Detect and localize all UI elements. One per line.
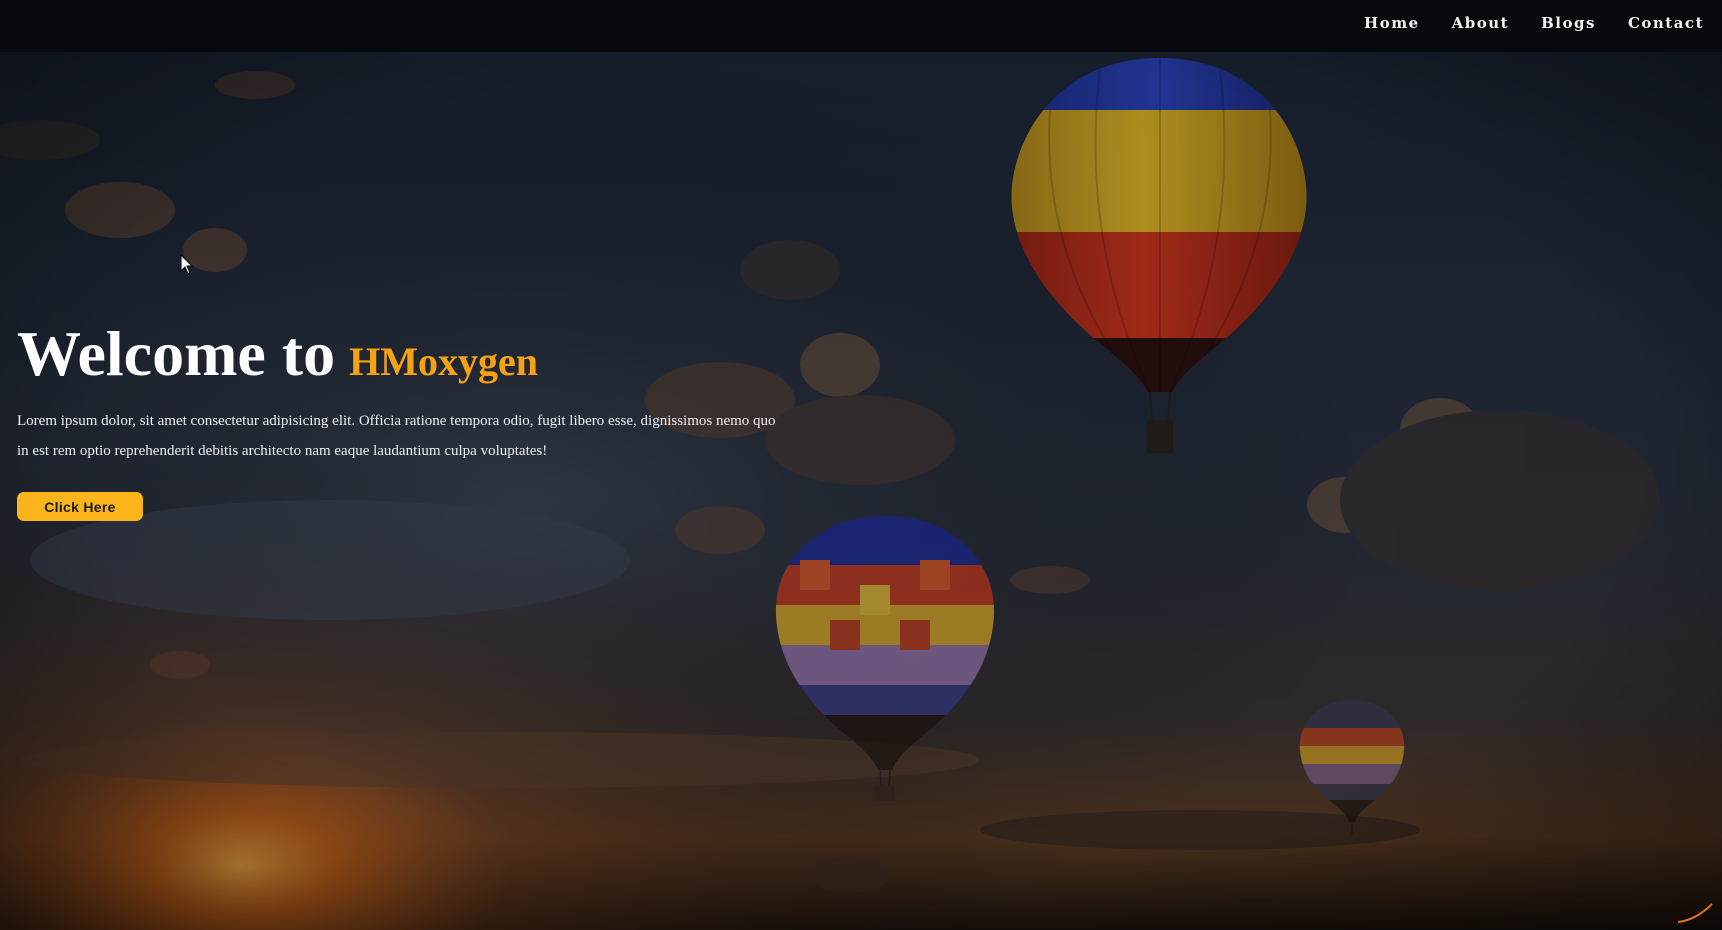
mouse-pointer-icon: [180, 254, 194, 275]
nav-link-home[interactable]: Home: [1364, 14, 1420, 32]
hero-title-prefix: Welcome to: [17, 318, 336, 389]
nav-link-contact[interactable]: Contact: [1628, 14, 1704, 32]
nav-link-about[interactable]: About: [1452, 14, 1509, 32]
hero-description: Lorem ipsum dolor, sit amet consectetur …: [17, 413, 776, 459]
hero-section: Welcome to HMoxygen Lorem ipsum dolor, s…: [17, 322, 817, 521]
nav-links: Home About Blogs Contact: [1364, 0, 1704, 46]
landing-page: Home About Blogs Contact Welcome to HMox…: [0, 0, 1722, 930]
nav-link-blogs[interactable]: Blogs: [1541, 14, 1596, 32]
click-here-button[interactable]: Click Here: [17, 492, 143, 521]
logo-swoosh-icon: [1677, 903, 1713, 923]
top-navbar: Home About Blogs Contact: [0, 0, 1722, 52]
brand-name: HMoxygen: [349, 339, 538, 384]
hero-title: Welcome to HMoxygen: [17, 322, 817, 386]
